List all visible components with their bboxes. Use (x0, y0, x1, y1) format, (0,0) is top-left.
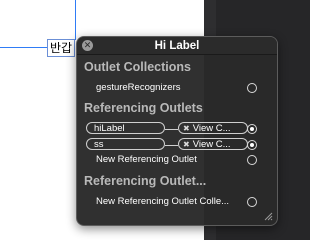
alignment-guide-vertical (75, 0, 76, 40)
section-header-referencing-outlets: Referencing Outlets (84, 101, 203, 115)
new-referencing-outlet-label: New Referencing Outlet (96, 154, 197, 165)
popover-titlebar[interactable]: ✕ Hi Label (77, 37, 277, 55)
outlet-target-label: View C... (192, 123, 231, 134)
connections-popover: ✕ Hi Label Outlet Collections gestureRec… (76, 36, 278, 226)
remove-connection-icon[interactable]: ✖ (183, 140, 190, 149)
connected-circle-icon[interactable] (247, 124, 257, 134)
alignment-guide-horizontal (0, 47, 48, 48)
connected-circle-icon[interactable] (247, 140, 257, 150)
outlet-target-pill-2[interactable]: ✖ View C... (178, 138, 248, 150)
resize-grip-icon[interactable] (264, 212, 273, 221)
section-header-outlet-collections: Outlet Collections (84, 60, 191, 74)
section-header-referencing-outlet-collections: Referencing Outlet... (84, 174, 207, 188)
popover-title: Hi Label (154, 40, 200, 52)
new-referencing-outlet-collection-circle[interactable] (247, 197, 257, 207)
remove-connection-icon[interactable]: ✖ (183, 124, 190, 133)
outlet-target-pill-1[interactable]: ✖ View C... (178, 122, 248, 134)
new-referencing-outlet-circle[interactable] (247, 155, 257, 165)
connection-line (165, 129, 178, 130)
hi-label-view[interactable]: 반갑 (47, 39, 76, 57)
new-referencing-outlet-collection-label: New Referencing Outlet Colle... (96, 196, 230, 207)
outlet-name-pill-hilabel: hiLabel (86, 122, 165, 134)
outlet-name-pill-ss: ss (86, 138, 165, 150)
gesture-recognizers-connection-circle[interactable] (247, 83, 257, 93)
connection-line (165, 145, 178, 146)
outlet-target-label: View C... (192, 139, 231, 150)
outlet-collection-gesture-recognizers-label: gestureRecognizers (96, 82, 181, 93)
